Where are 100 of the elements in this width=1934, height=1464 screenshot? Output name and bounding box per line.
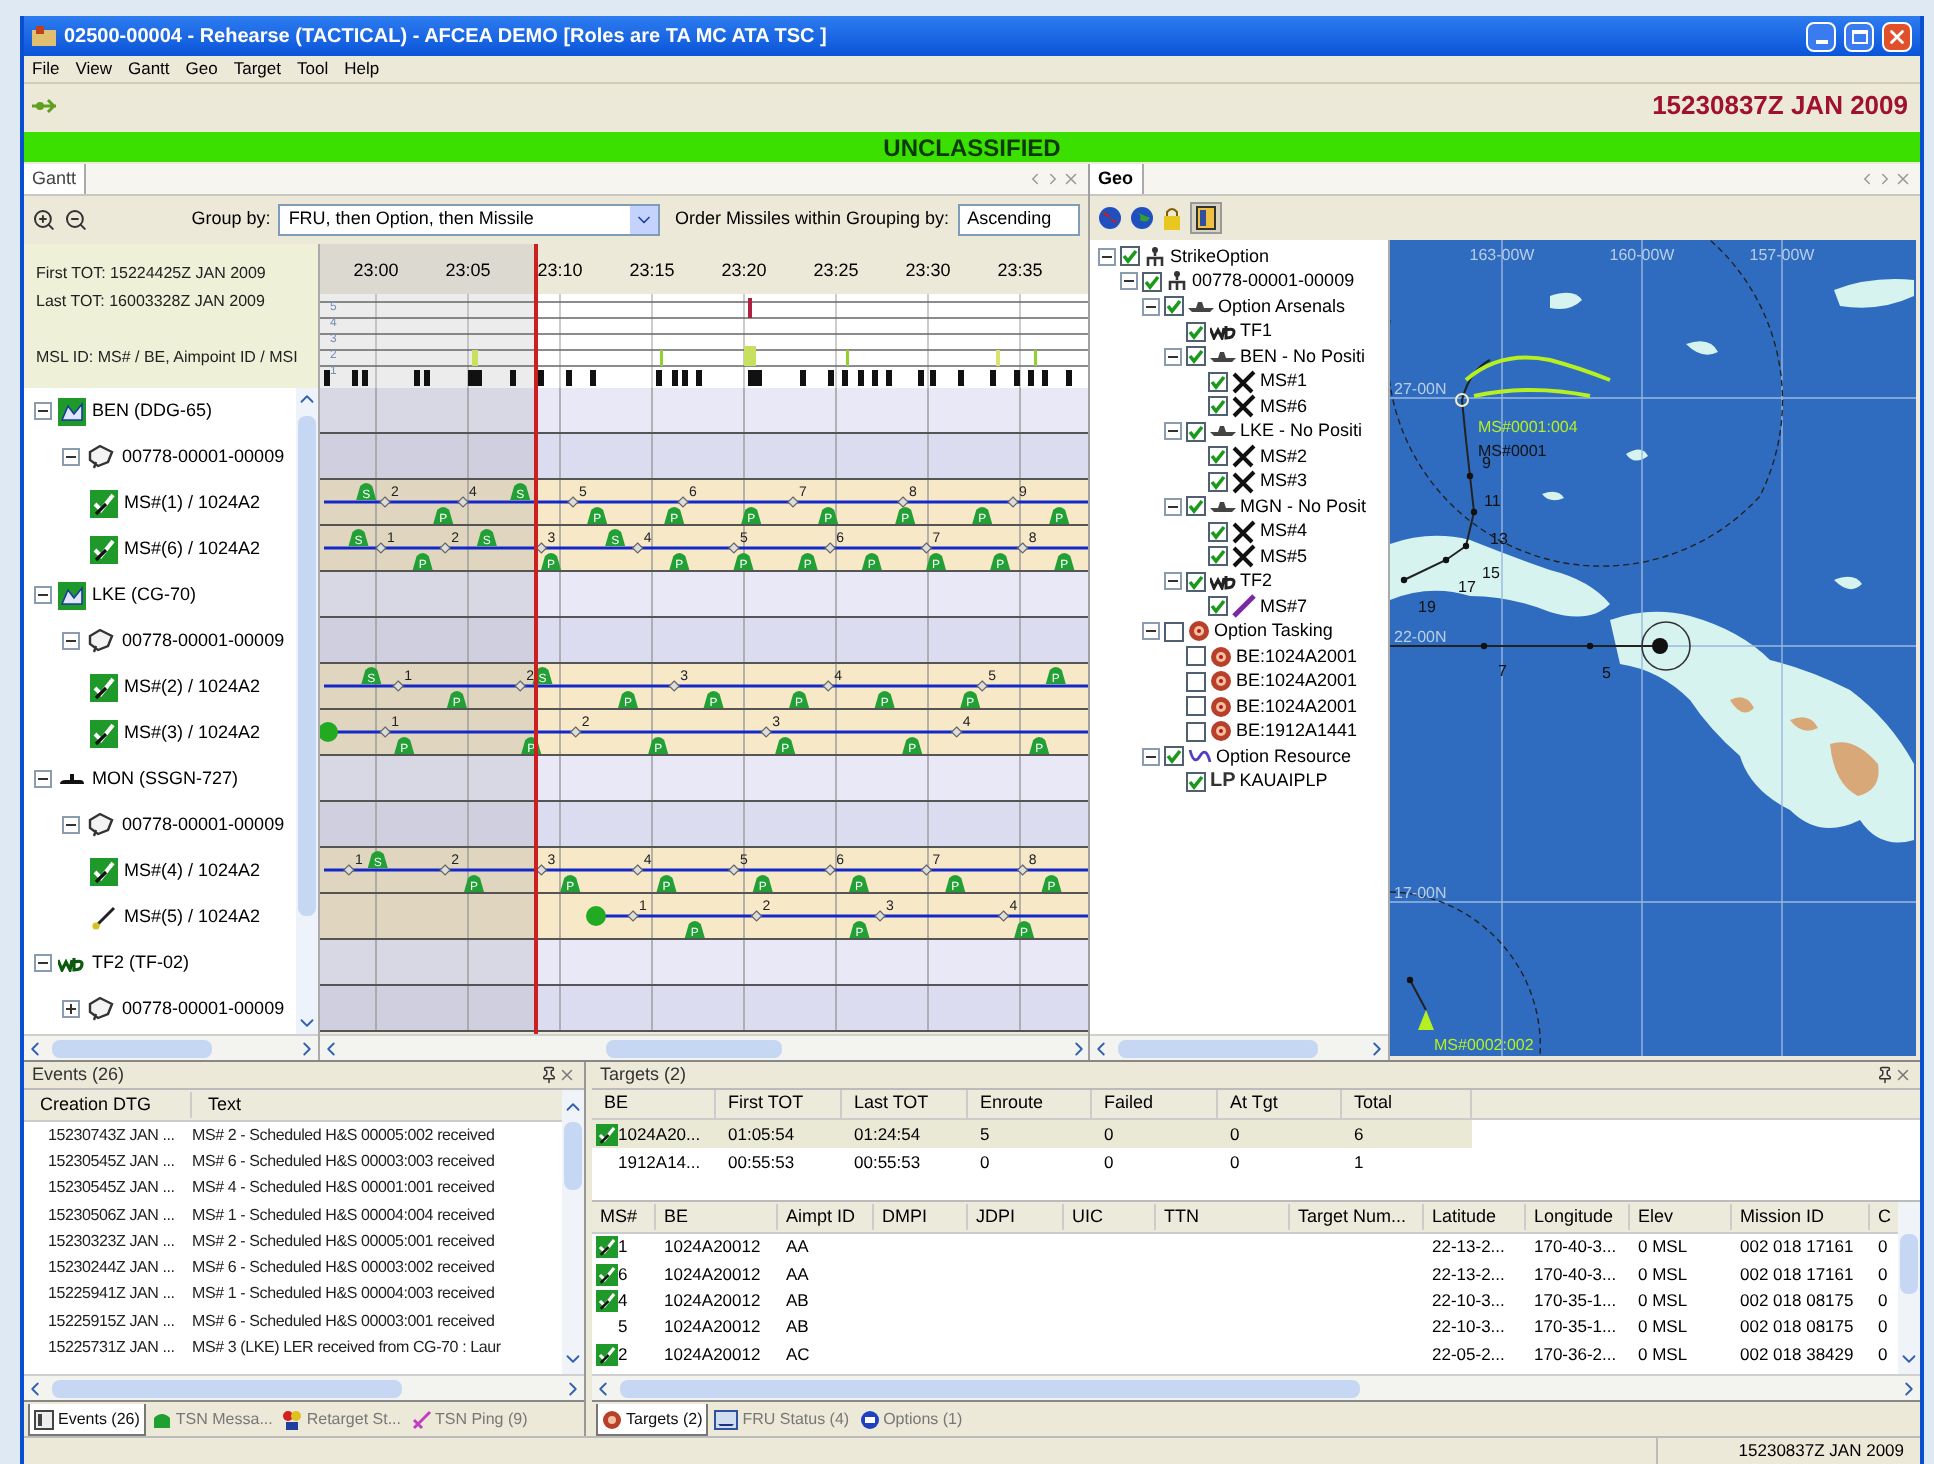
tab[interactable]: FRU Status (4)	[710, 1404, 854, 1436]
checkbox[interactable]	[1142, 271, 1162, 292]
tree-item[interactable]: MS#2	[1260, 443, 1308, 470]
collapse-toggle[interactable]	[62, 632, 80, 650]
collapse-toggle[interactable]	[1120, 272, 1138, 291]
table-row[interactable]: 1024A20... 01:05:54 01:24:54 5 0 0 6	[592, 1120, 1472, 1148]
horizontal-scrollbar[interactable]	[1090, 1034, 1388, 1060]
tree-item[interactable]: BE:1024A2001	[1236, 643, 1358, 670]
expand-toggle[interactable]	[62, 1000, 80, 1018]
menu-item[interactable]: Tool	[296, 56, 329, 82]
checkbox[interactable]	[1186, 646, 1206, 667]
checkbox[interactable]	[1186, 671, 1206, 692]
column-header[interactable]: Last TOT	[842, 1090, 968, 1118]
scrollbar-thumb[interactable]	[606, 1040, 782, 1058]
checkbox[interactable]	[1186, 321, 1206, 342]
collapse-toggle[interactable]	[62, 816, 80, 834]
column-header[interactable]: BE	[656, 1203, 778, 1231]
scrollbar-thumb[interactable]	[1900, 1234, 1918, 1294]
checkbox[interactable]	[1186, 771, 1206, 792]
tree-item[interactable]: BE:1912A1441	[1236, 718, 1358, 745]
checkbox[interactable]	[1186, 721, 1206, 742]
collapse-toggle[interactable]	[1098, 247, 1116, 266]
close-icon[interactable]	[1894, 1066, 1912, 1084]
vertical-scrollbar[interactable]	[562, 1090, 584, 1374]
tree-item[interactable]: BEN - No Positi	[1240, 343, 1366, 370]
tree-item[interactable]: MS#(4) / 1024A2	[124, 857, 261, 885]
column-header[interactable]: Failed	[1092, 1090, 1218, 1118]
tree-item[interactable]: MS#(5) / 1024A2	[124, 903, 261, 931]
checkbox[interactable]	[1186, 346, 1206, 367]
tree-item[interactable]: MS#4	[1260, 518, 1308, 545]
column-header[interactable]: At Tgt	[1218, 1090, 1342, 1118]
tree-item[interactable]: Option Tasking	[1214, 618, 1333, 645]
tree-item[interactable]: BEN (DDG-65)	[92, 397, 213, 425]
tree-item[interactable]: 00778-00001-00009	[122, 995, 285, 1023]
close-icon[interactable]	[1062, 170, 1080, 188]
horizontal-scrollbar[interactable]	[24, 1034, 318, 1060]
menu-item[interactable]: Help	[344, 56, 380, 82]
collapse-toggle[interactable]	[1164, 347, 1182, 366]
column-header[interactable]: JDPI	[968, 1203, 1064, 1231]
tree-item[interactable]: MS#(3) / 1024A2	[124, 719, 261, 747]
collapse-toggle[interactable]	[1164, 422, 1182, 441]
group-by-select[interactable]: FRU, then Option, then Missile	[278, 204, 659, 236]
tab[interactable]: Options (1)	[855, 1404, 967, 1436]
tab[interactable]: Retarget St...	[278, 1404, 405, 1436]
tab[interactable]: TSN Ping (9)	[407, 1404, 532, 1436]
tree-item[interactable]: MS#3	[1260, 468, 1308, 495]
scrollbar-thumb[interactable]	[1118, 1040, 1318, 1058]
checkbox[interactable]	[1208, 546, 1228, 567]
scrollbar-thumb[interactable]	[52, 1040, 212, 1058]
tree-item[interactable]: TF1	[1240, 318, 1273, 345]
tree-item[interactable]: 00778-00001-00009	[122, 443, 285, 471]
column-header[interactable]: DMPI	[874, 1203, 968, 1231]
tree-item[interactable]: TF2 (TF-02)	[92, 949, 189, 977]
collapse-toggle[interactable]	[1142, 297, 1160, 316]
checkbox[interactable]	[1208, 471, 1228, 492]
checkbox[interactable]	[1208, 396, 1228, 417]
tree-item[interactable]: MGN - No Posit	[1240, 493, 1367, 520]
collapse-toggle[interactable]	[34, 586, 52, 604]
checkbox[interactable]	[1164, 621, 1184, 642]
tree-item[interactable]: TF2	[1240, 568, 1273, 595]
collapse-toggle[interactable]	[34, 402, 52, 420]
tree-item[interactable]: LKE - No Positi	[1240, 418, 1363, 445]
column-header[interactable]: Text	[192, 1091, 242, 1119]
tree-item[interactable]: BE:1024A2001	[1236, 693, 1358, 720]
checkbox[interactable]	[1186, 496, 1206, 517]
horizontal-scrollbar[interactable]	[592, 1374, 1920, 1400]
lock-icon[interactable]	[1162, 206, 1182, 230]
tree-item[interactable]: MS#(6) / 1024A2	[124, 535, 261, 563]
tab[interactable]: Targets (2)	[596, 1404, 709, 1436]
column-header[interactable]: First TOT	[716, 1090, 842, 1118]
tree-item[interactable]: KAUAIPLP	[1239, 768, 1328, 795]
column-header[interactable]: MS#	[592, 1203, 656, 1231]
checkbox[interactable]	[1164, 746, 1184, 767]
vertical-scrollbar[interactable]	[296, 388, 318, 1034]
tab[interactable]: TSN Messa...	[147, 1404, 277, 1436]
tree-item[interactable]: MON (SSGN-727)	[92, 765, 239, 793]
horizontal-scrollbar[interactable]	[24, 1374, 584, 1400]
column-header[interactable]: Elev	[1630, 1203, 1732, 1231]
globe-icon[interactable]	[1098, 206, 1122, 230]
column-header[interactable]: TTN	[1156, 1203, 1290, 1231]
layers-button[interactable]	[1190, 202, 1222, 234]
column-header[interactable]: Total	[1342, 1090, 1472, 1118]
tree-item[interactable]: LKE (CG-70)	[92, 581, 197, 609]
maximize-button[interactable]	[1844, 21, 1874, 51]
column-header[interactable]: Creation DTG	[24, 1091, 192, 1119]
pin-icon[interactable]	[1876, 1066, 1894, 1084]
order-select[interactable]: Ascending	[957, 204, 1081, 236]
column-header[interactable]: Longitude	[1526, 1203, 1630, 1231]
checkbox[interactable]	[1208, 371, 1228, 392]
collapse-toggle[interactable]	[1164, 497, 1182, 516]
checkbox[interactable]	[1186, 696, 1206, 717]
column-header[interactable]: UIC	[1064, 1203, 1156, 1231]
tab[interactable]: Events (26)	[28, 1404, 146, 1436]
tree-item[interactable]: 00778-00001-00009	[122, 627, 285, 655]
checkbox[interactable]	[1208, 446, 1228, 467]
scrollbar-thumb[interactable]	[564, 1122, 582, 1190]
column-header[interactable]: Target Num...	[1290, 1203, 1424, 1231]
tree-item[interactable]: MS#(1) / 1024A2	[124, 489, 261, 517]
column-header[interactable]: Mission ID	[1732, 1203, 1870, 1231]
close-icon[interactable]	[558, 1066, 576, 1084]
